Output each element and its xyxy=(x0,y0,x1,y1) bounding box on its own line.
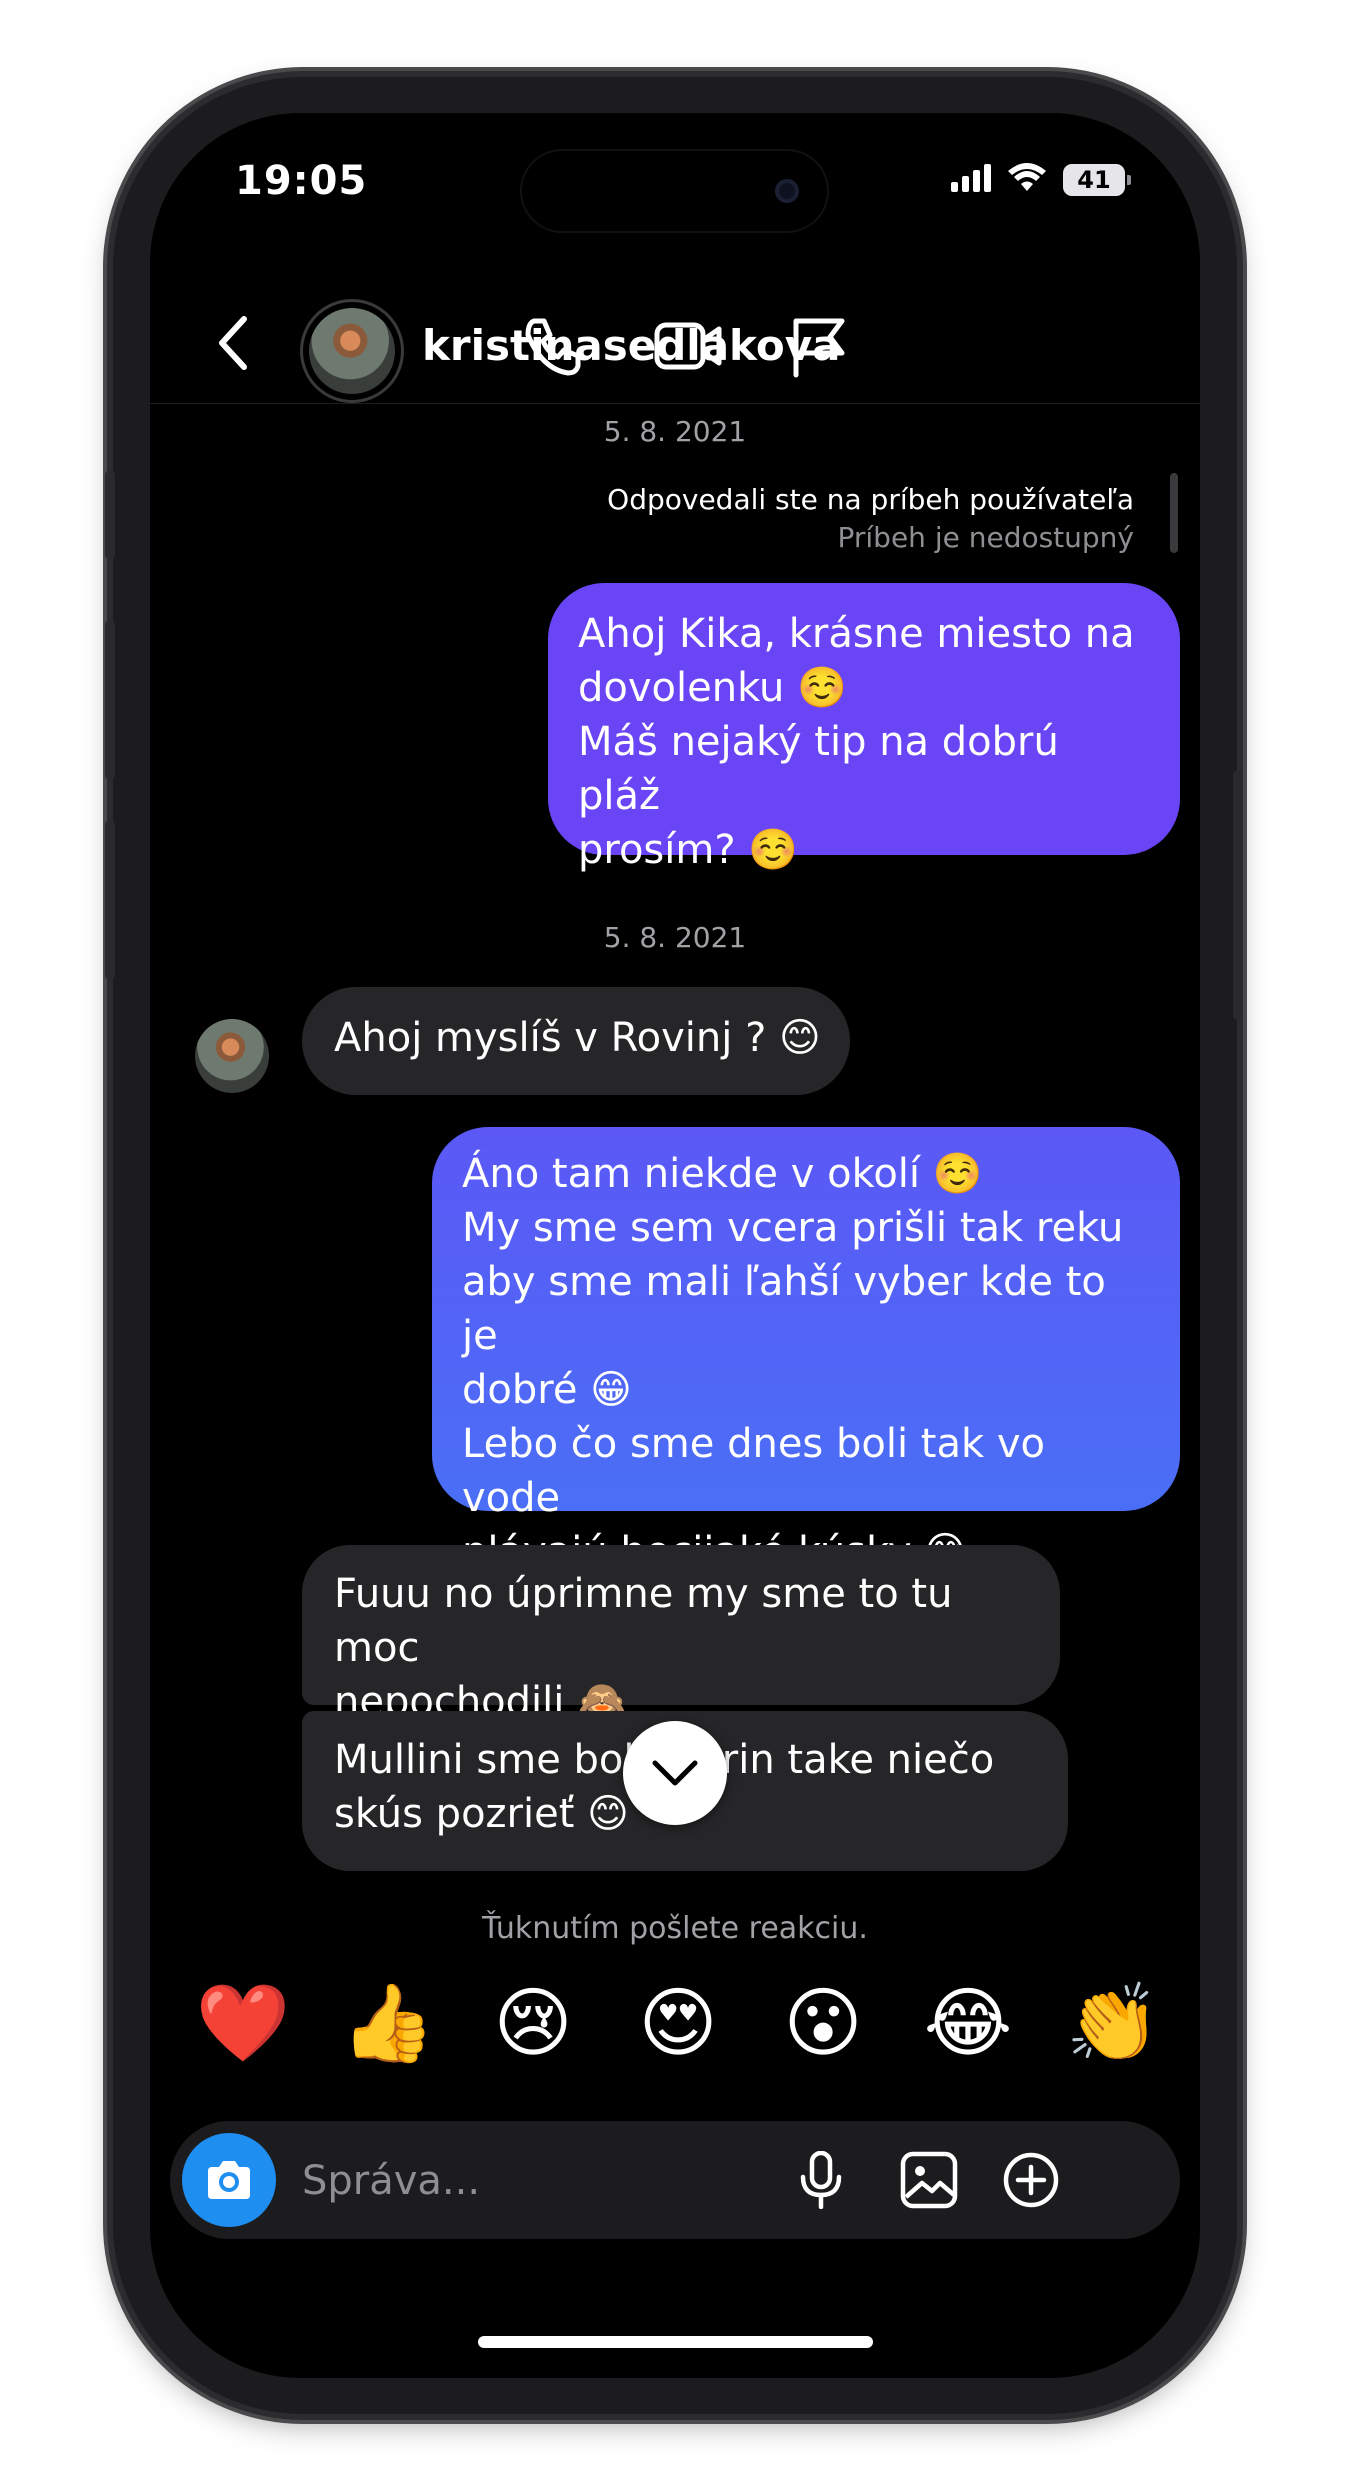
back-chevron-icon xyxy=(219,316,247,370)
cellular-signal-icon xyxy=(951,164,991,196)
report-button[interactable] xyxy=(788,315,848,383)
more-options-button[interactable] xyxy=(1002,2151,1060,2213)
quick-reactions: ❤️ 👍 😢 😍 😮 😂 👏 xyxy=(188,1953,1168,2093)
profile-avatar[interactable] xyxy=(300,299,404,403)
chat-header: kristinasedlakova xyxy=(150,273,1200,404)
scrollbar-thumb[interactable] xyxy=(1170,473,1178,553)
clapping-reaction[interactable]: 👏 xyxy=(1058,1973,1168,2073)
story-reply-note: Odpovedali ste na príbeh používateľa Prí… xyxy=(607,481,1134,557)
status-time: 19:05 xyxy=(235,158,368,204)
chevron-down-icon xyxy=(652,1760,698,1786)
scroll-to-bottom-button[interactable] xyxy=(623,1721,727,1825)
story-reply-label: Odpovedali ste na príbeh používateľa xyxy=(607,483,1134,516)
microphone-icon xyxy=(800,2150,842,2210)
incoming-message[interactable]: Ahoj myslíš v Rovinj ? 😊 xyxy=(302,987,850,1095)
laughing-reaction[interactable]: 😂 xyxy=(913,1973,1023,2073)
surprised-reaction[interactable]: 😮 xyxy=(768,1973,878,2073)
thumbs-up-reaction[interactable]: 👍 xyxy=(333,1973,443,2073)
incoming-message[interactable]: Fuuu no úprimne my sme to tu moc nepocho… xyxy=(302,1545,1060,1725)
story-unavailable-label: Príbeh je nedostupný xyxy=(837,521,1134,554)
voice-message-button[interactable] xyxy=(798,2150,844,2213)
heart-eyes-reaction[interactable]: 😍 xyxy=(623,1973,733,2073)
camera-button[interactable] xyxy=(182,2133,276,2227)
message-input[interactable] xyxy=(300,2151,824,2211)
outgoing-message[interactable]: Áno tam niekde v okolí ☺️ My sme sem vce… xyxy=(432,1127,1180,1575)
crying-reaction[interactable]: 😢 xyxy=(478,1973,588,2073)
video-call-button[interactable] xyxy=(653,315,723,379)
gallery-icon xyxy=(900,2151,958,2209)
action-button xyxy=(105,470,115,560)
phone-icon xyxy=(525,318,581,376)
reaction-hint: Ťuknutím pošlete reakciu. xyxy=(482,1911,868,1946)
username[interactable]: kristinasedlakova xyxy=(422,321,840,370)
camera-icon xyxy=(208,2161,250,2199)
gallery-button[interactable] xyxy=(900,2151,958,2213)
plus-circle-icon xyxy=(1003,2152,1059,2208)
avatar-photo xyxy=(309,308,395,394)
wifi-icon xyxy=(1007,163,1047,197)
video-camera-icon xyxy=(654,322,722,370)
call-button[interactable] xyxy=(520,315,584,383)
heart-reaction[interactable]: ❤️ xyxy=(188,1973,298,2073)
phone-screen: 19:05 41 kristinasedlakova 5. 8. 2021 Od… xyxy=(150,113,1200,2378)
power-button xyxy=(1233,770,1243,1020)
battery-indicator: 41 xyxy=(1063,164,1131,196)
date-separator: 5. 8. 2021 xyxy=(603,415,747,448)
date-separator: 5. 8. 2021 xyxy=(603,921,747,954)
volume-up-button xyxy=(105,620,115,780)
sender-avatar[interactable] xyxy=(195,1019,269,1093)
home-indicator[interactable] xyxy=(478,2336,873,2348)
outgoing-message[interactable]: Ahoj Kika, krásne miesto na dovolenku ☺️… xyxy=(548,583,1180,873)
message-composer xyxy=(170,2121,1180,2239)
flag-icon xyxy=(793,318,845,378)
back-button[interactable] xyxy=(210,313,260,373)
status-indicators: 41 xyxy=(951,163,1131,197)
dynamic-island xyxy=(522,151,827,231)
volume-down-button xyxy=(105,820,115,980)
